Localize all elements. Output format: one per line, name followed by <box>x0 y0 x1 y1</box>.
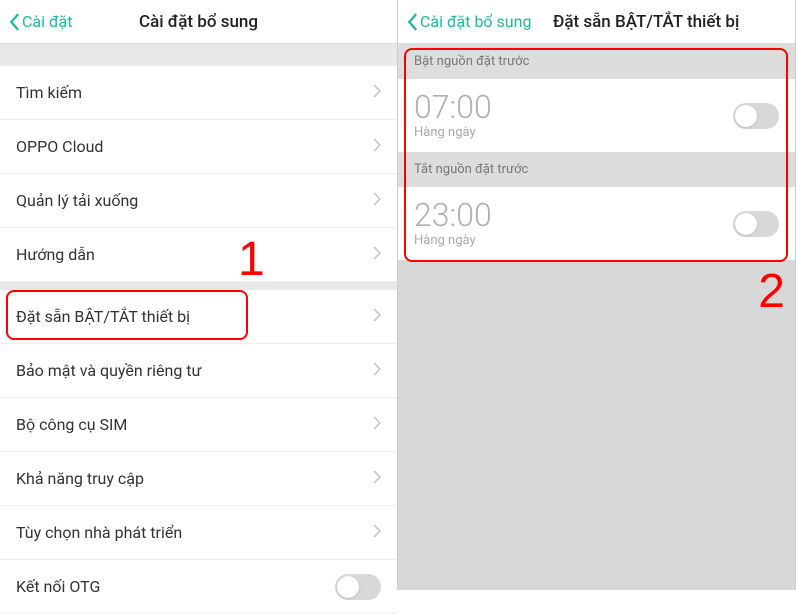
item-label: OPPO Cloud <box>16 137 373 156</box>
chevron-right-icon <box>373 83 381 102</box>
spacer <box>0 44 397 66</box>
item-label: Khả năng truy cập <box>16 469 373 488</box>
schedule-power-on-item[interactable]: 07:00 Hàng ngày <box>398 79 795 152</box>
time-frequency: Hàng ngày <box>414 125 733 140</box>
item-label: Tùy chọn nhà phát triển <box>16 523 373 542</box>
item-label: Bảo mật và quyền riêng tư <box>16 361 373 380</box>
header-bar: Cài đặt Cài đặt bổ sung <box>0 0 397 44</box>
section-header-power-off: Tắt nguồn đặt trước <box>398 152 795 187</box>
schedule-power-off-item[interactable]: 23:00 Hàng ngày <box>398 187 795 260</box>
item-search[interactable]: Tìm kiếm <box>0 66 397 120</box>
time-frequency: Hàng ngày <box>414 233 733 248</box>
item-label: Bộ công cụ SIM <box>16 415 373 434</box>
item-label: Đặt sẵn BẬT/TẮT thiết bị <box>16 307 373 326</box>
item-developer-options[interactable]: Tùy chọn nhà phát triển <box>0 506 397 560</box>
time-info: 07:00 Hàng ngày <box>414 91 733 140</box>
chevron-left-icon <box>8 13 20 31</box>
time-info: 23:00 Hàng ngày <box>414 199 733 248</box>
back-label: Cài đặt <box>22 12 72 31</box>
schedule-list: Bật nguồn đặt trước 07:00 Hàng ngày Tắt … <box>398 44 795 260</box>
item-security-privacy[interactable]: Bảo mật và quyền riêng tư <box>0 344 397 398</box>
item-guide[interactable]: Hướng dẫn <box>0 228 397 282</box>
item-label: Hướng dẫn <box>16 245 373 264</box>
chevron-right-icon <box>373 469 381 488</box>
item-label: Kết nối OTG <box>16 577 335 596</box>
chevron-right-icon <box>373 523 381 542</box>
settings-list: Tìm kiếm OPPO Cloud Quản lý tải xuống Hư… <box>0 44 397 614</box>
chevron-right-icon <box>373 307 381 326</box>
chevron-right-icon <box>373 415 381 434</box>
back-button[interactable]: Cài đặt bổ sung <box>406 12 531 31</box>
chevron-right-icon <box>373 245 381 264</box>
header-bar: Cài đặt bổ sung Đặt sẵn BẬT/TẮT thiết bị <box>398 0 795 44</box>
screen-additional-settings: Cài đặt Cài đặt bổ sung Tìm kiếm OPPO Cl… <box>0 0 398 590</box>
item-downloads[interactable]: Quản lý tải xuống <box>0 174 397 228</box>
toggle-switch[interactable] <box>335 574 381 600</box>
time-value: 23:00 <box>414 199 733 231</box>
chevron-right-icon <box>373 137 381 156</box>
item-otg[interactable]: Kết nối OTG <box>0 560 397 614</box>
section-header-power-on: Bật nguồn đặt trước <box>398 44 795 79</box>
item-sim-toolkit[interactable]: Bộ công cụ SIM <box>0 398 397 452</box>
chevron-right-icon <box>373 361 381 380</box>
item-oppo-cloud[interactable]: OPPO Cloud <box>0 120 397 174</box>
back-label: Cài đặt bổ sung <box>420 12 531 31</box>
item-accessibility[interactable]: Khả năng truy cập <box>0 452 397 506</box>
screen-schedule-power: Cài đặt bổ sung Đặt sẵn BẬT/TẮT thiết bị… <box>398 0 796 590</box>
annotation-number: 2 <box>758 264 785 319</box>
item-label: Quản lý tải xuống <box>16 191 373 210</box>
toggle-switch[interactable] <box>733 211 779 237</box>
item-label: Tìm kiếm <box>16 83 373 102</box>
back-button[interactable]: Cài đặt <box>8 12 72 31</box>
time-value: 07:00 <box>414 91 733 123</box>
toggle-switch[interactable] <box>733 103 779 129</box>
chevron-left-icon <box>406 13 418 31</box>
item-schedule-power[interactable]: Đặt sẵn BẬT/TẮT thiết bị <box>0 290 397 344</box>
chevron-right-icon <box>373 191 381 210</box>
spacer <box>0 282 397 290</box>
